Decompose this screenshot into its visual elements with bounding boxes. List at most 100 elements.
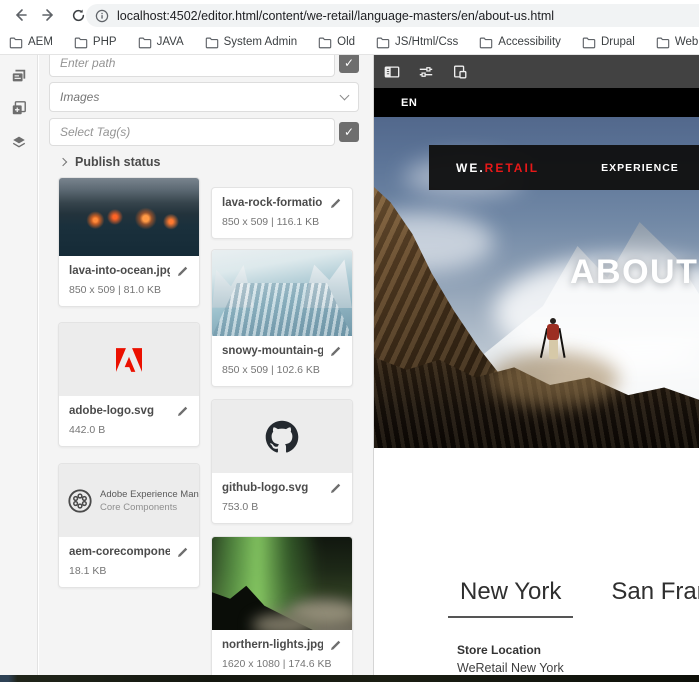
asset-card-lava-into-ocean[interactable]: lava-into-ocean.jpg 850 x 509 | 81.0 KB xyxy=(58,177,200,307)
edit-pencil-icon[interactable] xyxy=(329,345,342,358)
tab-new-york[interactable]: New York xyxy=(448,578,573,618)
adobe-logo-icon xyxy=(116,348,142,372)
chevron-down-icon xyxy=(340,90,350,100)
asset-meta: 850 x 509 | 102.6 KB xyxy=(222,364,342,376)
asset-name: northern-lights.jpg xyxy=(222,639,323,651)
asset-name: adobe-logo.svg xyxy=(69,405,154,417)
url-bar[interactable]: localhost:4502/editor.html/content/we-re… xyxy=(86,4,699,27)
asset-name: lava-into-ocean.jpg xyxy=(69,265,170,277)
asset-meta: 850 x 509 | 116.1 KB xyxy=(222,216,342,228)
hero-image: WE.RETAIL EXPERIENCE MEN ABOUT US xyxy=(374,117,699,448)
github-logo-thumbnail xyxy=(212,400,352,473)
locale-bar: EN xyxy=(374,88,699,117)
edit-pencil-icon[interactable] xyxy=(329,197,342,210)
asset-name: aem-corecomponent... xyxy=(69,546,170,558)
publish-status-accordion[interactable]: Publish status xyxy=(60,155,160,169)
weretail-navbar: WE.RETAIL EXPERIENCE MEN xyxy=(429,145,699,190)
hiker-figure xyxy=(541,318,565,380)
device-emulator-icon[interactable] xyxy=(452,64,468,80)
asset-type-value: Images xyxy=(60,90,341,104)
asset-finder-panel: ✓ Images ✓ Publish status lava-into-ocea… xyxy=(39,55,373,675)
asset-card-northern-lights[interactable]: northern-lights.jpg 1620 x 1080 | 174.6 … xyxy=(211,536,353,675)
bookmark-drupal[interactable]: Drupal xyxy=(582,36,635,49)
edit-pencil-icon[interactable] xyxy=(176,546,189,559)
path-input[interactable] xyxy=(49,55,335,77)
edit-pencil-icon[interactable] xyxy=(176,405,189,418)
bookmark-aem[interactable]: AEM xyxy=(9,36,53,49)
folder-icon xyxy=(138,36,152,49)
tags-input[interactable] xyxy=(49,118,335,146)
asset-browser-icon[interactable] xyxy=(11,68,27,84)
lava-into-ocean-thumbnail xyxy=(59,178,199,256)
edit-pencil-icon[interactable] xyxy=(329,639,342,652)
toggle-side-panel-icon[interactable] xyxy=(384,64,400,80)
folder-icon xyxy=(74,36,88,49)
page-properties-icon[interactable] xyxy=(418,64,434,80)
components-browser-icon[interactable] xyxy=(11,100,27,116)
core-components-logo-icon xyxy=(67,488,93,514)
page-editor-preview: EN WE.RETAIL EXPERIENCE MEN ABOUT US xyxy=(373,55,699,675)
asset-card-aem-corecomponents[interactable]: Adobe Experience Manager Core Components… xyxy=(58,463,200,588)
northern-lights-thumbnail xyxy=(212,537,352,630)
forward-icon[interactable] xyxy=(40,6,58,24)
aem-cc-title: Adobe Experience Manager xyxy=(100,489,191,500)
asset-card-adobe-logo[interactable]: adobe-logo.svg 442.0 B xyxy=(58,322,200,447)
bookmark-label: System Admin xyxy=(224,36,298,48)
weretail-logo[interactable]: WE.RETAIL xyxy=(456,161,539,175)
reload-icon[interactable] xyxy=(69,6,87,24)
bookmark-old[interactable]: Old xyxy=(318,36,355,49)
bookmark-web-services[interactable]: Web Services xyxy=(656,36,699,49)
folder-icon xyxy=(376,36,390,49)
folder-icon xyxy=(656,36,670,49)
asset-card-github-logo[interactable]: github-logo.svg 753.0 B xyxy=(211,399,353,524)
tab-san-francisco[interactable]: San Francisco xyxy=(599,578,699,618)
locale-label: EN xyxy=(401,97,417,109)
store-tabs: New York San Francisco xyxy=(448,578,699,618)
asset-meta: 18.1 KB xyxy=(69,565,189,577)
asset-meta: 1620 x 1080 | 174.6 KB xyxy=(222,658,342,670)
brand-we: WE. xyxy=(456,161,485,175)
bookmark-system-admin[interactable]: System Admin xyxy=(205,36,298,49)
brand-retail: RETAIL xyxy=(485,161,539,175)
screen: localhost:4502/editor.html/content/we-re… xyxy=(0,0,699,682)
github-octocat-icon xyxy=(265,420,299,454)
folder-icon xyxy=(318,36,332,49)
content-tree-icon[interactable] xyxy=(11,134,27,150)
path-picker-button[interactable]: ✓ xyxy=(339,55,359,73)
bookmark-java[interactable]: JAVA xyxy=(138,36,184,49)
bookmark-label: JAVA xyxy=(157,36,184,48)
tags-picker-button[interactable]: ✓ xyxy=(339,122,359,142)
bookmark-php[interactable]: PHP xyxy=(74,36,117,49)
asset-meta: 850 x 509 | 81.0 KB xyxy=(69,284,189,296)
screen-bottom-edge xyxy=(0,675,699,682)
asset-card-snowy-mountain-glacier[interactable]: snowy-mountain-glac... 850 x 509 | 102.6… xyxy=(211,249,353,387)
bookmark-accessibility[interactable]: Accessibility xyxy=(479,36,561,49)
asset-name: lava-rock-formation.jpg xyxy=(222,197,323,209)
bookmark-js-html-css[interactable]: JS/Html/Css xyxy=(376,36,458,49)
asset-type-select[interactable]: Images xyxy=(49,82,359,112)
publish-status-label: Publish status xyxy=(75,155,160,169)
hero-title: ABOUT US xyxy=(570,253,699,292)
aem-corecomponents-thumbnail: Adobe Experience Manager Core Components xyxy=(59,464,199,537)
nav-item-experience[interactable]: EXPERIENCE xyxy=(601,162,679,174)
asset-column-right: lava-rock-formation.jpg 850 x 509 | 116.… xyxy=(211,187,353,675)
folder-icon xyxy=(9,36,23,49)
edit-pencil-icon[interactable] xyxy=(176,265,189,278)
folder-icon xyxy=(582,36,596,49)
bookmarks-bar: AEM PHP JAVA System Admin Old JS/Html/Cs… xyxy=(0,30,699,55)
asset-card-lava-rock-formation[interactable]: lava-rock-formation.jpg 850 x 509 | 116.… xyxy=(211,187,353,239)
bookmark-label: Web Services xyxy=(675,36,699,48)
url-text: localhost:4502/editor.html/content/we-re… xyxy=(117,9,554,23)
store-location-label: Store Location xyxy=(457,643,541,657)
page-info-icon[interactable] xyxy=(95,9,109,23)
store-location-value: WeRetail New York xyxy=(457,661,564,675)
editor-side-rail xyxy=(0,55,38,675)
asset-meta: 442.0 B xyxy=(69,424,189,436)
folder-icon xyxy=(205,36,219,49)
edit-pencil-icon[interactable] xyxy=(329,482,342,495)
asset-column-left: lava-into-ocean.jpg 850 x 509 | 81.0 KB … xyxy=(58,177,200,588)
snowy-mountain-thumbnail xyxy=(212,250,352,336)
bookmark-label: AEM xyxy=(28,36,53,48)
back-icon[interactable] xyxy=(11,6,29,24)
asset-name: snowy-mountain-glac... xyxy=(222,345,323,357)
